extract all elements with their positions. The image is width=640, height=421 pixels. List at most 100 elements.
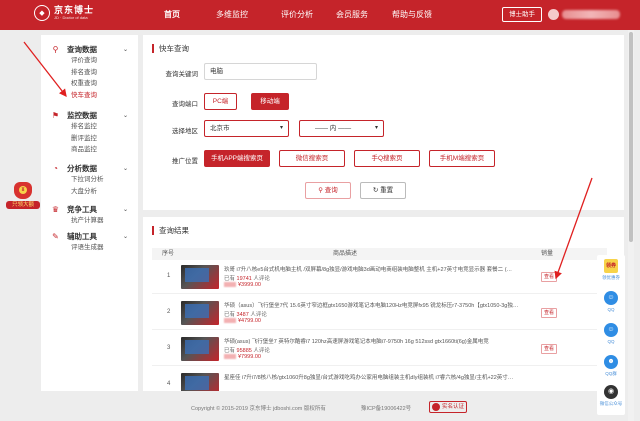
sidebar-item-comment-generator[interactable]: 评语生成器 <box>41 242 138 254</box>
sidebar-group-title: 监控数据 <box>67 110 97 120</box>
port-label: 查询端口 <box>172 101 198 108</box>
chevron-down-icon: ⌄ <box>122 112 128 119</box>
col-sales: 销量 <box>541 251 554 257</box>
product-price: ¥4799.00 <box>224 318 261 324</box>
review-count: 已有 19741 人评论 <box>224 274 270 282</box>
sidebar-item-rank-monitor[interactable]: 排名监控 <box>41 121 138 133</box>
sidebar-group-aux: ✎ 辅助工具 ⌄ 评语生成器 <box>41 230 138 254</box>
product-desc[interactable]: 华硕（asus）飞行堡垒7代 15.6英寸窄边框gtx1650游戏笔记本电脑12… <box>224 301 539 309</box>
user-name-blurred[interactable] <box>562 10 620 19</box>
assistant-button[interactable]: 博士助手 <box>502 7 542 22</box>
sidebar-item-delete-monitor[interactable]: 删评监控 <box>41 133 138 145</box>
sidebar-item-rank-query[interactable]: 排名查询 <box>41 67 138 79</box>
nav-help[interactable]: 帮助与反馈 <box>392 0 432 30</box>
table-row: 2 华硕（asus）飞行堡垒7代 15.6英寸窄边框gtx1650游戏笔记本电脑… <box>152 297 607 330</box>
product-desc[interactable]: 华硕(asus) 飞行堡垒7 英特尔酷睿i7 120hz高速屏游戏笔记本电脑i7… <box>224 337 539 345</box>
region-label: 选择地区 <box>172 128 198 135</box>
sidebar-group-query: ⚲ 查询数据 ⌄ 评价查询 排名查询 权重查询 快车查询 <box>41 43 138 101</box>
port-mobile-button[interactable]: 移动端 <box>251 93 289 110</box>
right-bar-wechat[interactable]: ◉ 微信公众号 <box>597 385 625 407</box>
sidebar-item-market-analysis[interactable]: 大盘分析 <box>41 186 138 198</box>
logo-en: JD · Doctor of data <box>54 15 88 20</box>
icp-link[interactable]: 豫ICP备19006422号 <box>361 404 411 412</box>
nav-review-analysis[interactable]: 评价分析 <box>281 0 313 30</box>
sidebar-group-head[interactable]: ♛ 竞争工具 ⌄ <box>41 203 138 215</box>
sidebar-group-head[interactable]: ⚲ 查询数据 ⌄ <box>41 43 138 55</box>
left-sidebar: ⚲ 查询数据 ⌄ 评价查询 排名查询 权重查询 快车查询 ⚑ 监控数据 ⌄ 排名… <box>41 35 138 391</box>
search-doc-icon: ⚲ <box>52 44 59 54</box>
product-thumbnail[interactable] <box>181 337 219 361</box>
product-price: ¥7999.00 <box>224 354 261 360</box>
view-button[interactable]: 查看 <box>541 308 557 318</box>
reset-button-label: 重置 <box>380 187 394 194</box>
results-table-header: 序号 商品描述 销量 <box>152 248 607 260</box>
product-thumbnail[interactable] <box>181 373 219 391</box>
product-desc[interactable]: 玖哥 i7升八核e5台式机电脑主机 /双屏幕/8g独显/游戏电脑3d画动电商组装… <box>224 265 539 273</box>
chevron-down-icon: ⌄ <box>122 206 128 213</box>
view-button[interactable]: 查看 <box>541 344 557 354</box>
col-index: 序号 <box>162 251 175 257</box>
right-bar-label: QQ群 <box>605 371 617 376</box>
sidebar-item-calculator[interactable]: 抗产计算器 <box>41 215 138 227</box>
badge-label: 实名认证 <box>442 404 465 410</box>
position-m-button[interactable]: 手机M端搜索页 <box>429 150 495 167</box>
user-avatar[interactable] <box>548 9 559 20</box>
right-bar-qq-1[interactable]: ☺ QQ <box>597 291 625 312</box>
reset-button[interactable]: ↻ 重置 <box>360 182 406 199</box>
top-nav-bar: ◆ 京东博士 JD · Doctor of data 首页 多维监控 评价分析 … <box>0 0 640 30</box>
keyword-input[interactable]: 电脑 <box>204 63 317 80</box>
row-index: 2 <box>167 309 171 315</box>
chevron-down-icon: ⌄ <box>122 165 128 172</box>
sidebar-item-express-query[interactable]: 快车查询 <box>41 90 138 102</box>
right-bar-qq-group[interactable]: ☻ QQ群 <box>597 355 625 377</box>
right-float-bar: 领券 领优惠券 ☺ QQ ☺ QQ ☻ QQ群 ◉ 微信公众号 <box>597 255 625 415</box>
sidebar-item-dropdown-analysis[interactable]: 下拉词分析 <box>41 174 138 186</box>
right-bar-coupon[interactable]: 领券 领优惠券 <box>597 259 625 281</box>
price-value: ¥7999.00 <box>238 354 261 360</box>
search-button[interactable]: ⚲ 查询 <box>305 182 351 199</box>
row-index: 4 <box>167 381 171 387</box>
product-thumbnail[interactable] <box>181 301 219 325</box>
table-row: 4 星座佳 i7升i7/8核八核/gtx1060升8g独显/台式游戏吃鸡办公家用… <box>152 369 607 391</box>
position-qq-button[interactable]: 手Q搜索页 <box>354 150 420 167</box>
page-scrollbar-thumb[interactable] <box>629 32 633 242</box>
province-value: 北京市 <box>210 125 230 132</box>
logo-cn: 京东博士 <box>54 5 95 15</box>
sidebar-group-competition: ♛ 竞争工具 ⌄ 抗产计算器 <box>41 203 138 227</box>
position-app-button[interactable]: 手机APP端搜索页 <box>204 150 270 167</box>
nav-member[interactable]: 会员服务 <box>336 0 368 30</box>
chevron-down-icon: ▾ <box>374 125 378 131</box>
sidebar-item-product-monitor[interactable]: 商品监控 <box>41 144 138 156</box>
query-panel: 快车查询 查询关键词 电脑 查询端口 PC端 移动端 选择地区 北京市 ▾ ——… <box>143 35 624 210</box>
copyright-text: Copyright © 2015-2019 京东博士 jdboshi.com 版… <box>191 406 326 412</box>
coupon-float-left[interactable]: ¥ 只领大额 <box>6 182 40 209</box>
sidebar-group-head[interactable]: ⚑ 监控数据 ⌄ <box>41 109 138 121</box>
nav-monitor[interactable]: 多维监控 <box>216 0 248 30</box>
table-row: 1 玖哥 i7升八核e5台式机电脑主机 /双屏幕/8g独显/游戏电脑3d画动电商… <box>152 261 607 294</box>
nav-home[interactable]: 首页 <box>164 0 180 30</box>
realname-badge[interactable]: 实名认证 <box>429 401 467 413</box>
qq-group-icon: ☻ <box>604 355 618 369</box>
product-desc[interactable]: 星座佳 i7升i7/8核八核/gtx1060升8g独显/台式游戏吃鸡办公家用电脑… <box>224 373 539 381</box>
coupon-float-label: 只领大额 <box>6 201 40 209</box>
province-select[interactable]: 北京市 ▾ <box>204 120 289 137</box>
sidebar-group-head[interactable]: ◔ 分析数据 ⌄ <box>41 162 138 174</box>
sidebar-group-head[interactable]: ✎ 辅助工具 ⌄ <box>41 230 138 242</box>
position-wechat-button[interactable]: 微信搜索页 <box>279 150 345 167</box>
sidebar-item-review-query[interactable]: 评价查询 <box>41 55 138 67</box>
table-row: 3 华硕(asus) 飞行堡垒7 英特尔酷睿i7 120hz高速屏游戏笔记本电脑… <box>152 333 607 366</box>
right-bar-qq-2[interactable]: ☺ QQ <box>597 323 625 344</box>
sidebar-group-title: 辅助工具 <box>67 231 97 241</box>
port-pc-button[interactable]: PC端 <box>204 93 237 110</box>
site-logo[interactable]: ◆ 京东博士 JD · Doctor of data <box>34 5 94 21</box>
sidebar-item-weight-query[interactable]: 权重查询 <box>41 78 138 90</box>
footer: Copyright © 2015-2019 京东博士 jdboshi.com 版… <box>143 396 624 421</box>
review-count: 已有 3487 人评论 <box>224 310 267 318</box>
price-value: ¥3999.00 <box>238 282 261 288</box>
city-select[interactable]: —— 内 —— ▾ <box>299 120 384 137</box>
gift-icon: 领券 <box>604 259 618 273</box>
product-thumbnail[interactable] <box>181 265 219 289</box>
view-button[interactable]: 查看 <box>541 272 557 282</box>
search-button-label: 查询 <box>324 187 338 194</box>
qq-icon: ☺ <box>604 323 618 337</box>
